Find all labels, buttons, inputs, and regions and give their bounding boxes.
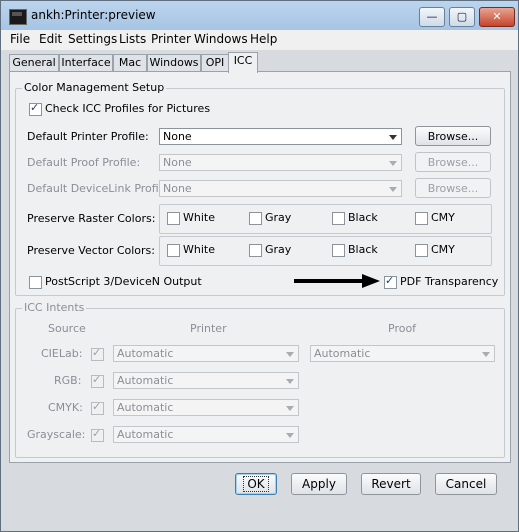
pdf-transparency-label: PDF Transparency	[400, 275, 499, 288]
rgb-printer-select[interactable]: Automatic	[113, 372, 299, 389]
minimize-button[interactable]: —	[419, 7, 445, 27]
pdf-transparency-checkbox[interactable]	[384, 274, 397, 289]
raster-black-label: Black	[348, 211, 378, 224]
apply-button[interactable]: Apply	[291, 473, 347, 495]
cielab-printer-value: Automatic	[117, 347, 174, 360]
chevron-down-icon	[389, 187, 397, 192]
vector-gray-checkbox[interactable]	[249, 244, 262, 257]
window-title: ankh:Printer:preview	[31, 8, 156, 22]
cielab-printer-select[interactable]: Automatic	[113, 345, 299, 362]
vector-black-label: Black	[348, 243, 378, 256]
default-printer-profile-value: None	[163, 130, 192, 143]
menu-lists[interactable]: Lists	[119, 32, 146, 46]
header-printer: Printer	[190, 322, 227, 335]
tab-mac[interactable]: Mac	[113, 54, 147, 72]
browse-proof-profile-button[interactable]: Browse...	[415, 152, 491, 172]
raster-black-checkbox[interactable]	[332, 212, 345, 225]
icc-intents-title: ICC Intents	[22, 301, 87, 314]
title-bar[interactable]: ankh:Printer:preview — ▢ ✕	[1, 1, 518, 30]
tab-interface[interactable]: Interface	[59, 54, 113, 72]
browse-devicelink-profile-button[interactable]: Browse...	[415, 178, 491, 198]
cielab-proof-value: Automatic	[314, 347, 371, 360]
cancel-button[interactable]: Cancel	[435, 473, 497, 495]
menu-bar: File Edit Settings Lists Printer Windows…	[1, 30, 518, 50]
header-source: Source	[48, 322, 86, 335]
close-icon: ✕	[492, 10, 502, 23]
preserve-raster-label: Preserve Raster Colors:	[27, 212, 156, 225]
default-proof-profile-label: Default Proof Profile:	[27, 156, 141, 169]
close-button[interactable]: ✕	[479, 7, 515, 27]
tab-icc[interactable]: ICC	[228, 52, 258, 73]
raster-cmy-checkbox[interactable]	[415, 212, 428, 225]
menu-file[interactable]: File	[10, 32, 30, 46]
color-management-title: Color Management Setup	[22, 81, 167, 94]
tab-opi[interactable]: OPI	[201, 54, 229, 72]
cmyk-printer-value: Automatic	[117, 401, 174, 414]
chevron-down-icon	[286, 379, 294, 384]
maximize-button[interactable]: ▢	[449, 7, 475, 27]
grayscale-printer-select[interactable]: Automatic	[113, 426, 299, 443]
tab-windows[interactable]: Windows	[147, 54, 201, 72]
header-proof: Proof	[388, 322, 417, 335]
menu-edit[interactable]: Edit	[39, 32, 62, 46]
minimize-icon: —	[426, 10, 438, 23]
menu-windows[interactable]: Windows	[194, 32, 248, 46]
menu-help[interactable]: Help	[250, 32, 277, 46]
default-devicelink-profile-label: Default DeviceLink Profile:	[27, 182, 173, 195]
preserve-vector-label: Preserve Vector Colors:	[27, 244, 155, 257]
raster-cmy-label: CMY	[431, 211, 455, 224]
vector-white-label: White	[183, 243, 215, 256]
raster-gray-checkbox[interactable]	[249, 212, 262, 225]
grayscale-printer-value: Automatic	[117, 428, 174, 441]
default-devicelink-profile-select[interactable]: None	[159, 180, 402, 197]
rgb-checkbox[interactable]	[91, 373, 104, 388]
check-icc-label: Check ICC Profiles for Pictures	[45, 102, 211, 115]
default-printer-profile-label: Default Printer Profile:	[27, 130, 149, 143]
cmyk-checkbox[interactable]	[91, 400, 104, 415]
app-icon	[9, 9, 27, 25]
rgb-label: RGB:	[54, 374, 82, 387]
menu-settings[interactable]: Settings	[68, 32, 117, 46]
raster-white-label: White	[183, 211, 215, 224]
arrow-right-icon	[294, 274, 380, 288]
chevron-down-icon	[389, 135, 397, 140]
icc-panel: Color Management Setup Check ICC Profile…	[9, 71, 511, 463]
tab-general[interactable]: General	[9, 54, 59, 72]
revert-button[interactable]: Revert	[361, 473, 421, 495]
printer-preferences-window: ankh:Printer:preview — ▢ ✕ File Edit Set…	[0, 0, 519, 532]
default-devicelink-profile-value: None	[163, 182, 192, 195]
ok-button[interactable]: OK	[235, 473, 277, 495]
browse-printer-profile-button[interactable]: Browse...	[415, 126, 491, 146]
chevron-down-icon	[389, 161, 397, 166]
default-proof-profile-select[interactable]: None	[159, 154, 402, 171]
check-icc-checkbox[interactable]	[29, 101, 42, 116]
postscript-checkbox[interactable]	[29, 276, 42, 289]
vector-gray-label: Gray	[265, 243, 292, 256]
ok-label: OK	[243, 476, 269, 492]
default-printer-profile-select[interactable]: None	[159, 128, 402, 145]
raster-white-checkbox[interactable]	[167, 212, 180, 225]
default-proof-profile-value: None	[163, 156, 192, 169]
cielab-proof-select[interactable]: Automatic	[310, 345, 495, 362]
chevron-down-icon	[286, 352, 294, 357]
grayscale-checkbox[interactable]	[91, 427, 104, 442]
postscript-label: PostScript 3/DeviceN Output	[45, 275, 202, 288]
maximize-icon: ▢	[456, 10, 468, 23]
chevron-down-icon	[286, 406, 294, 411]
chevron-down-icon	[286, 433, 294, 438]
menu-printer[interactable]: Printer	[151, 32, 191, 46]
vector-white-checkbox[interactable]	[167, 244, 180, 257]
vector-black-checkbox[interactable]	[332, 244, 345, 257]
chevron-down-icon	[482, 352, 490, 357]
cmyk-label: CMYK:	[48, 401, 83, 414]
grayscale-label: Grayscale:	[27, 428, 86, 441]
raster-gray-label: Gray	[265, 211, 292, 224]
cmyk-printer-select[interactable]: Automatic	[113, 399, 299, 416]
cielab-checkbox[interactable]	[91, 346, 104, 361]
cielab-label: CIELab:	[41, 347, 83, 360]
rgb-printer-value: Automatic	[117, 374, 174, 387]
vector-cmy-checkbox[interactable]	[415, 244, 428, 257]
vector-cmy-label: CMY	[431, 243, 455, 256]
